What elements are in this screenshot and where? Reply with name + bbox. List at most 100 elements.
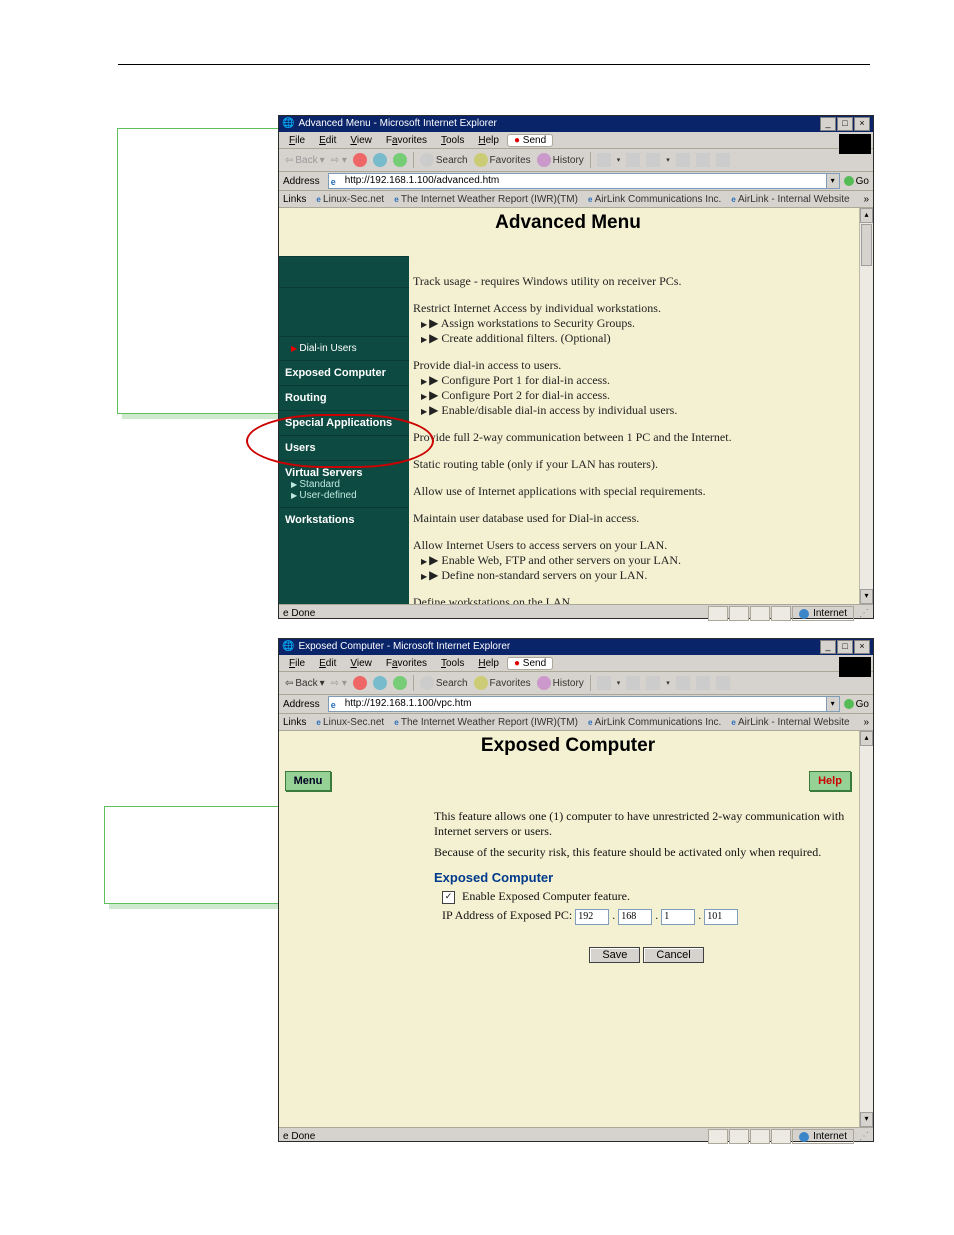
nav-virtual-servers[interactable]: Virtual Servers	[285, 467, 362, 479]
stop-button[interactable]	[353, 153, 367, 167]
ie-icon: 🌐	[282, 639, 294, 655]
scroll-up-button[interactable]: ▴	[860, 731, 873, 746]
address-input[interactable]: http://192.168.1.100/vpc.htm ▾	[328, 696, 840, 712]
scroll-up-button[interactable]: ▴	[860, 208, 873, 223]
ip-octet-4[interactable]	[704, 909, 738, 925]
links-overflow[interactable]: »	[863, 194, 869, 205]
minimize-button[interactable]: _	[820, 117, 836, 131]
link-item[interactable]: The Internet Weather Report (IWR)(TM)	[394, 194, 578, 205]
go-button[interactable]: Go	[844, 176, 869, 187]
save-button[interactable]: Save	[589, 947, 640, 963]
maximize-button[interactable]: □	[837, 117, 853, 131]
stop-button[interactable]	[353, 676, 367, 690]
link-item[interactable]: AirLink Communications Inc.	[588, 717, 721, 728]
realplayer-button[interactable]	[696, 676, 710, 690]
cancel-button[interactable]: Cancel	[643, 947, 703, 963]
links-bar: Links Linux-Sec.net The Internet Weather…	[279, 191, 873, 208]
print-button[interactable]	[626, 676, 640, 690]
nav-exposed-computer[interactable]: Exposed Computer	[285, 367, 386, 379]
messenger-button[interactable]	[716, 676, 730, 690]
address-dropdown[interactable]: ▾	[826, 697, 839, 711]
menu-send[interactable]: Send	[507, 134, 553, 147]
menu-send[interactable]: Send	[507, 657, 553, 670]
menu-tools[interactable]: Tools	[435, 135, 470, 146]
refresh-button[interactable]	[373, 676, 387, 690]
vertical-scrollbar[interactable]: ▴ ▾	[859, 208, 873, 604]
menu-favorites[interactable]: Favorites	[380, 658, 433, 669]
link-item[interactable]: AirLink - Internal Website	[731, 194, 849, 205]
address-input[interactable]: http://192.168.1.100/advanced.htm ▾	[328, 173, 840, 189]
link-item[interactable]: AirLink - Internal Website	[731, 717, 849, 728]
page-title: Exposed Computer	[279, 735, 857, 757]
back-button[interactable]: ⇦ Back ▾	[285, 155, 325, 166]
nav-workstations[interactable]: Workstations	[285, 514, 354, 526]
back-button[interactable]: ⇦ Back ▾	[285, 678, 325, 689]
link-item[interactable]: AirLink Communications Inc.	[588, 194, 721, 205]
minimize-button[interactable]: _	[820, 640, 836, 654]
security-zone: Internet	[792, 1129, 854, 1144]
nav-vs-user-defined[interactable]: User-defined	[285, 490, 403, 501]
realplayer-button[interactable]	[696, 153, 710, 167]
enable-checkbox[interactable]: ✓	[442, 891, 455, 904]
refresh-button[interactable]	[373, 153, 387, 167]
links-bar: Links Linux-Sec.net The Internet Weather…	[279, 714, 873, 731]
print-button[interactable]	[626, 153, 640, 167]
edit-button[interactable]	[646, 153, 660, 167]
link-item[interactable]: Linux-Sec.net	[316, 717, 384, 728]
address-bar: Address http://192.168.1.100/vpc.htm ▾ G…	[279, 695, 873, 714]
close-button[interactable]: ×	[854, 117, 870, 131]
mail-button[interactable]	[597, 153, 611, 167]
go-button[interactable]: Go	[844, 699, 869, 710]
scroll-down-button[interactable]: ▾	[860, 589, 873, 604]
home-button[interactable]	[393, 153, 407, 167]
resize-grip[interactable]: ⋰	[855, 608, 869, 619]
menu-edit[interactable]: Edit	[313, 658, 342, 669]
link-item[interactable]: The Internet Weather Report (IWR)(TM)	[394, 717, 578, 728]
search-button[interactable]: Search	[420, 153, 468, 167]
menu-edit[interactable]: Edit	[313, 135, 342, 146]
favorites-button[interactable]: Favorites	[474, 676, 531, 690]
ip-octet-3[interactable]	[661, 909, 695, 925]
address-dropdown[interactable]: ▾	[826, 174, 839, 188]
nav-special-applications[interactable]: Special Applications	[285, 417, 392, 429]
nav-routing[interactable]: Routing	[285, 392, 327, 404]
ip-octet-2[interactable]	[618, 909, 652, 925]
resize-grip[interactable]: ⋰	[855, 1131, 869, 1142]
forward-button[interactable]: ⇨ ▾	[331, 678, 347, 689]
discuss-button[interactable]	[676, 153, 690, 167]
ip-octet-1[interactable]	[575, 909, 609, 925]
search-button[interactable]: Search	[420, 676, 468, 690]
vertical-scrollbar[interactable]: ▴ ▾	[859, 731, 873, 1127]
close-button[interactable]: ×	[854, 640, 870, 654]
links-overflow[interactable]: »	[863, 717, 869, 728]
menu-help[interactable]: Help	[472, 658, 505, 669]
menu-tools[interactable]: Tools	[435, 658, 470, 669]
link-item[interactable]: Linux-Sec.net	[316, 194, 384, 205]
nav-vs-standard[interactable]: Standard	[285, 479, 403, 490]
nav-dial-in-users[interactable]: Dial-in Users	[285, 343, 403, 354]
status-bar: e Done Internet ⋰	[279, 1127, 873, 1145]
menu-favorites[interactable]: Favorites	[380, 135, 433, 146]
help-button[interactable]: Help	[809, 771, 851, 791]
forward-button[interactable]: ⇨ ▾	[331, 155, 347, 166]
home-button[interactable]	[393, 676, 407, 690]
nav-users[interactable]: Users	[285, 442, 316, 454]
menu-help[interactable]: Help	[472, 135, 505, 146]
toolbar: ⇦ Back ▾ ⇨ ▾ Search Favorites History ▾ …	[279, 149, 873, 172]
maximize-button[interactable]: □	[837, 640, 853, 654]
mail-button[interactable]	[597, 676, 611, 690]
scroll-down-button[interactable]: ▾	[860, 1112, 873, 1127]
history-button[interactable]: History	[537, 676, 584, 690]
menu-file[interactable]: File	[283, 658, 311, 669]
edit-button[interactable]	[646, 676, 660, 690]
links-label: Links	[283, 194, 306, 205]
history-button[interactable]: History	[537, 153, 584, 167]
scroll-thumb[interactable]	[861, 224, 872, 266]
menu-view[interactable]: View	[344, 658, 378, 669]
favorites-button[interactable]: Favorites	[474, 153, 531, 167]
menu-button[interactable]: Menu	[285, 771, 331, 791]
messenger-button[interactable]	[716, 153, 730, 167]
discuss-button[interactable]	[676, 676, 690, 690]
menu-view[interactable]: View	[344, 135, 378, 146]
menu-file[interactable]: File	[283, 135, 311, 146]
